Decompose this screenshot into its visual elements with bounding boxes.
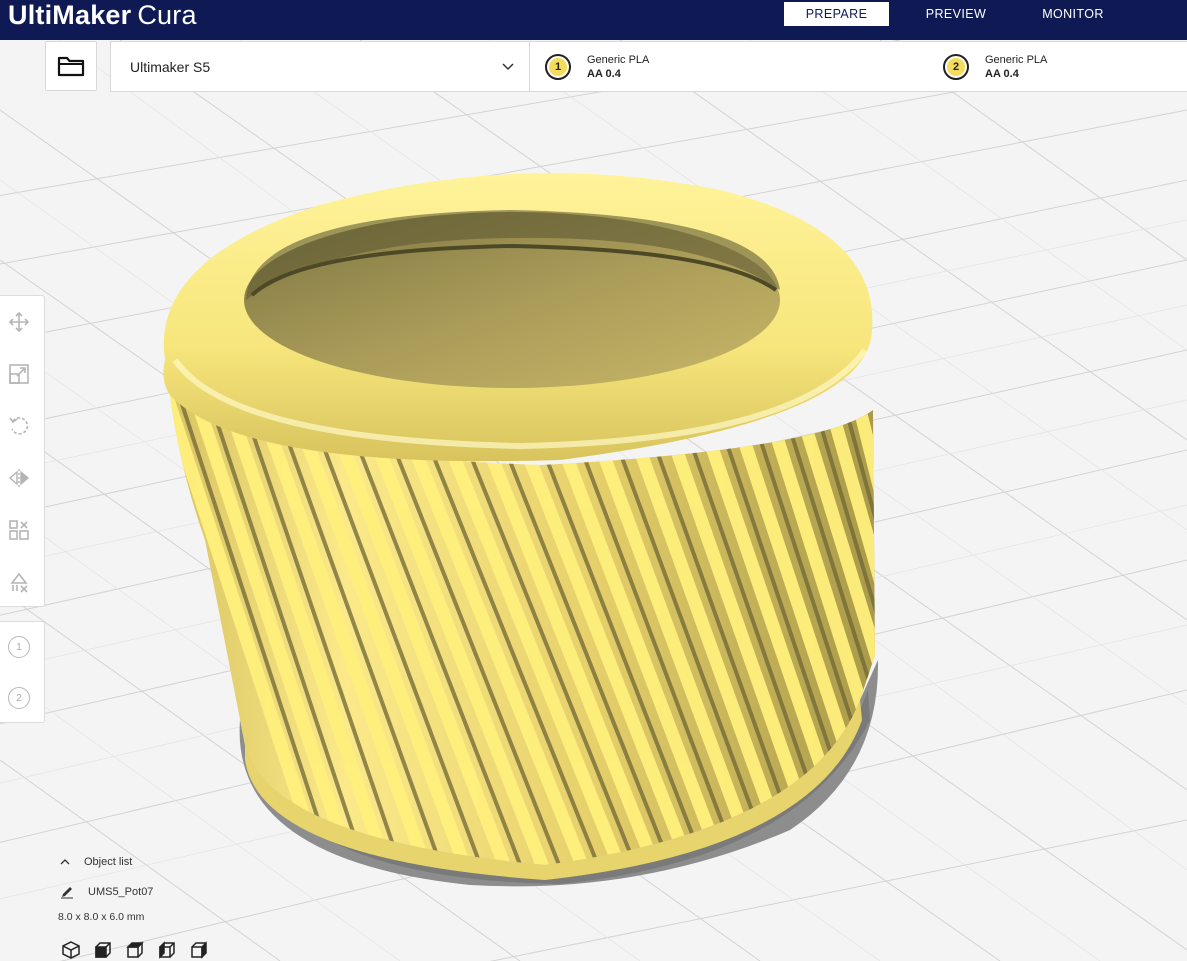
pot-model[interactable]: [163, 173, 905, 880]
scale-tool-button[interactable]: [6, 361, 32, 387]
build-plate-viewport[interactable]: [0, 39, 1187, 961]
brand-bold: UltiMaker: [8, 0, 132, 30]
extruder-1-select-button[interactable]: 1: [8, 636, 30, 658]
pencil-icon: [61, 887, 73, 899]
view-top-icon: [126, 941, 144, 958]
per-model-settings-icon: [9, 520, 29, 540]
object-list-toggle[interactable]: Object list: [58, 852, 198, 872]
move-icon: [8, 311, 30, 333]
chevron-down-icon: [502, 63, 514, 71]
object-dimensions: 8.0 x 8.0 x 6.0 mm: [58, 911, 145, 923]
brand-light: Cura: [137, 0, 197, 30]
extruder-2-select-button[interactable]: 2: [8, 687, 30, 709]
rotate-tool-button[interactable]: [6, 413, 32, 439]
tab-prepare[interactable]: PREPARE: [784, 2, 889, 26]
support-blocker-icon: [10, 572, 28, 593]
extruder-2-nozzle: AA 0.4: [985, 68, 1019, 80]
per-model-settings-button[interactable]: [6, 517, 32, 543]
printer-selector[interactable]: Ultimaker S5: [110, 41, 530, 92]
top-bar: UltiMaker Cura PREPARE PREVIEW MONITOR: [0, 0, 1187, 40]
tab-monitor[interactable]: MONITOR: [1023, 2, 1123, 26]
scale-icon: [9, 364, 29, 384]
mirror-icon: [8, 469, 30, 487]
view-front-icon: [95, 942, 111, 958]
view-right-button[interactable]: [188, 940, 210, 960]
cura-window: UltiMaker Cura PREPARE PREVIEW MONITOR U…: [0, 0, 1187, 961]
extruder-select-panel: 1 2: [0, 621, 45, 723]
printer-name: Ultimaker S5: [130, 58, 211, 75]
camera-view-buttons: [60, 940, 220, 960]
view-top-button[interactable]: [124, 940, 146, 960]
extruder-2-material: Generic PLA: [985, 54, 1048, 66]
support-blocker-button[interactable]: [6, 569, 32, 595]
rotate-icon: [9, 417, 29, 435]
material-configuration-panel[interactable]: 1 Generic PLA AA 0.4 2 Generic PLA AA 0.…: [529, 41, 1187, 92]
extruder-1-material: Generic PLA: [587, 54, 650, 66]
chevron-up-icon: [60, 859, 70, 865]
view-left-icon: [159, 941, 175, 959]
mirror-tool-button[interactable]: [6, 465, 32, 491]
move-tool-button[interactable]: [6, 309, 32, 335]
view-right-icon: [191, 941, 207, 959]
tab-preview[interactable]: PREVIEW: [911, 2, 1001, 26]
view-3d-button[interactable]: [60, 940, 82, 960]
extruder-1-badge: 1: [545, 54, 571, 80]
stage-tabs: PREPARE PREVIEW MONITOR: [784, 2, 1137, 28]
extruder-1-nozzle: AA 0.4: [587, 68, 621, 80]
extruder-2-config[interactable]: 2 Generic PLA AA 0.4: [943, 42, 1047, 92]
object-name-row[interactable]: UMS5_Pot07: [58, 882, 258, 902]
view-3d-icon: [62, 941, 80, 959]
app-logo: UltiMaker Cura: [8, 0, 197, 30]
object-name: UMS5_Pot07: [88, 886, 154, 898]
view-left-button[interactable]: [156, 940, 178, 960]
folder-icon: [57, 56, 85, 77]
open-file-button[interactable]: [45, 41, 97, 91]
extruder-2-badge: 2: [943, 54, 969, 80]
build-plate-scene: [0, 39, 1187, 961]
view-front-button[interactable]: [92, 940, 114, 960]
tool-panel: [0, 295, 45, 607]
extruder-1-config[interactable]: 1 Generic PLA AA 0.4: [545, 42, 649, 92]
object-list-label: Object list: [84, 856, 133, 868]
